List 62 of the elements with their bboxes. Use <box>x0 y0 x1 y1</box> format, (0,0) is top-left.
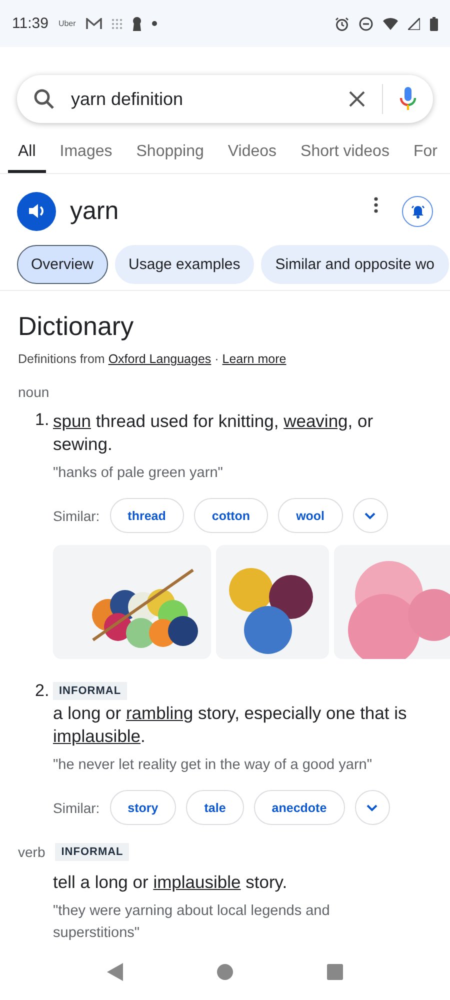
synonym-chip[interactable]: story <box>110 790 176 825</box>
section-title: Dictionary <box>18 311 135 342</box>
synonym-chip[interactable]: wool <box>278 498 343 533</box>
search-field[interactable]: yarn definition <box>17 75 433 123</box>
search-tab[interactable]: Short videos <box>290 137 400 173</box>
alarm-icon <box>335 16 349 30</box>
example-sentence: "they were yarning about local legends and superstitions" <box>53 902 331 943</box>
synonym-chip[interactable]: tale <box>186 790 244 825</box>
app-label: Uber <box>58 19 76 28</box>
back-icon[interactable] <box>107 963 123 981</box>
search-tab[interactable]: Videos <box>218 137 287 173</box>
status-time: 11:39 <box>12 15 48 32</box>
word-link[interactable]: weaving <box>284 411 348 431</box>
section-chip[interactable]: Similar and opposite wo <box>261 244 449 284</box>
microphone-icon[interactable] <box>399 86 417 112</box>
search-tab[interactable]: Shopping <box>126 137 214 173</box>
search-tab[interactable]: For <box>403 137 448 173</box>
register-label: INFORMAL <box>55 843 130 861</box>
chevron-down-icon <box>366 804 378 812</box>
sense-number: 1. <box>35 410 50 429</box>
synonym-chip[interactable]: thread <box>110 498 184 533</box>
home-icon[interactable] <box>217 964 233 980</box>
word-link[interactable]: implausible <box>153 872 241 892</box>
source-link[interactable]: Learn more <box>222 352 286 366</box>
grid-icon <box>112 18 122 28</box>
signal-icon <box>408 18 420 30</box>
dot-icon <box>152 21 157 26</box>
definition-text: spun thread used for knitting, weaving, or sewing. <box>53 410 374 456</box>
clear-icon[interactable] <box>348 90 366 108</box>
bell-icon <box>410 203 426 220</box>
search-tab[interactable]: All <box>8 137 46 173</box>
section-chip[interactable]: Usage examples <box>114 244 254 284</box>
similar-label: Similar: <box>53 800 100 816</box>
part-of-speech: noun <box>18 384 50 400</box>
headword: yarn <box>70 196 119 226</box>
search-tab[interactable]: Images <box>50 137 122 173</box>
alert-bell-button[interactable] <box>402 196 433 227</box>
synonym-chip[interactable]: anecdote <box>254 790 345 825</box>
word-link[interactable]: implausible <box>53 726 141 746</box>
chevron-down-icon <box>364 512 376 520</box>
definition-text: tell a long or implausible story. <box>53 871 288 894</box>
word-link[interactable]: spun <box>53 411 91 431</box>
example-sentence: "he never let reality get in the way of a good yarn" <box>53 756 374 775</box>
definition-text: a long or rambling story, especially one that is implausible. <box>53 702 408 748</box>
battery-icon <box>430 16 438 30</box>
synonym-chip[interactable]: cotton <box>194 498 268 533</box>
mail-icon <box>86 18 102 30</box>
source-line: Definitions from Oxford Languages · Learn more <box>18 352 288 366</box>
do-not-disturb-icon <box>359 16 373 30</box>
source-link[interactable]: Oxford Languages <box>108 352 212 366</box>
sense-number: 2. <box>35 681 50 700</box>
speaker-button[interactable] <box>17 192 56 231</box>
wifi-icon <box>383 18 398 30</box>
more-options-icon[interactable] <box>374 197 378 214</box>
register-label: INFORMAL <box>53 682 128 700</box>
similar-label: Similar: <box>53 508 100 524</box>
keyhole-icon <box>132 16 142 30</box>
word-link[interactable]: rambling <box>126 703 194 723</box>
section-chip[interactable]: Overview <box>17 244 108 284</box>
part-of-speech: verb <box>18 844 46 860</box>
example-sentence: "hanks of pale green yarn" <box>53 464 224 483</box>
search-icon <box>33 88 55 110</box>
